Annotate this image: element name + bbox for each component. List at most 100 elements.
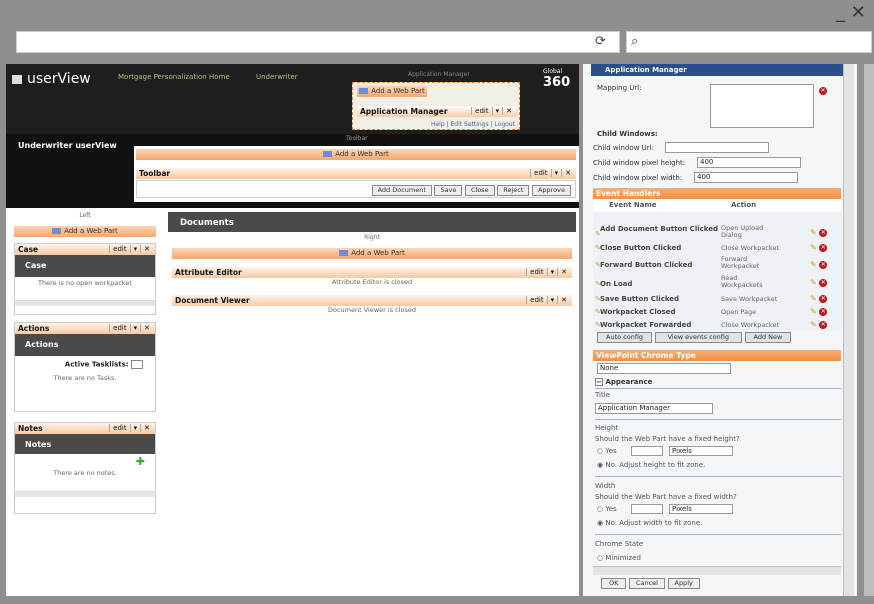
event-row-controls[interactable]: ✎ ✕	[810, 320, 828, 329]
chevron-down-icon[interactable]: ▾	[550, 169, 562, 177]
apply-button[interactable]: Apply	[667, 578, 700, 589]
delete-event-icon[interactable]: ✕	[819, 294, 828, 303]
close-icon[interactable]: ✕	[557, 268, 570, 276]
edit-link[interactable]: edit	[109, 245, 130, 253]
minimize-button[interactable]: _	[836, 2, 845, 23]
edit-event-icon[interactable]: ✎	[810, 307, 817, 316]
address-bar[interactable]: ⟳	[16, 31, 620, 53]
horizontal-scrollbar[interactable]	[593, 566, 841, 575]
minimized-radio[interactable]: ○ Minimized	[597, 554, 641, 562]
close-icon[interactable]: ✕	[502, 107, 515, 115]
close-icon[interactable]: ✕	[557, 296, 570, 304]
chevron-down-icon[interactable]: ▾	[546, 268, 558, 276]
edit-event-icon[interactable]: ✎	[810, 320, 817, 329]
close-icon[interactable]: ✕	[140, 424, 153, 432]
event-row-controls[interactable]: ✎ ✕	[810, 243, 828, 252]
chevron-down-icon[interactable]: ▾	[491, 107, 503, 115]
delete-event-icon[interactable]: ✕	[819, 278, 828, 287]
edit-link[interactable]: edit	[109, 324, 130, 332]
height-label: Height	[595, 424, 619, 432]
height-unit-select[interactable]: Pixels	[669, 446, 733, 456]
delete-event-icon[interactable]: ✕	[819, 260, 828, 269]
vertical-scrollbar[interactable]	[843, 64, 854, 596]
close-icon[interactable]: ✕	[561, 169, 574, 177]
close-button[interactable]: ✕	[851, 2, 866, 23]
title-input[interactable]: Application Manager	[595, 403, 713, 414]
nav-link-underwriter[interactable]: Underwriter	[256, 73, 298, 81]
refresh-icon[interactable]: ⟳	[595, 34, 606, 49]
clear-mapping-icon[interactable]: ✕	[819, 86, 827, 95]
part-edit-menu[interactable]: edit ▾ ✕	[109, 423, 153, 434]
event-row-controls[interactable]: ✎ ✕	[810, 307, 828, 316]
cancel-button[interactable]: Cancel	[628, 578, 665, 589]
nav-link-home[interactable]: Mortgage Personalization Home	[118, 73, 230, 81]
mapping-url-input[interactable]	[710, 84, 814, 128]
event-row-controls[interactable]: ✎ ✕	[810, 228, 828, 237]
child-width-input[interactable]: 400	[694, 172, 798, 183]
height-yes-radio[interactable]: ○ Yes	[597, 447, 617, 455]
edit-link[interactable]: edit	[526, 296, 547, 304]
delete-event-icon[interactable]: ✕	[819, 228, 828, 237]
approve-button[interactable]: Approve	[531, 185, 571, 196]
help-links[interactable]: Help | Edit Settings | Logout	[431, 121, 515, 128]
delete-event-icon[interactable]: ✕	[819, 307, 828, 316]
web-part-icon	[339, 250, 349, 256]
width-value-input[interactable]	[631, 504, 663, 514]
chrome-type-select[interactable]: None	[597, 363, 731, 374]
edit-event-icon[interactable]: ✎	[810, 228, 817, 237]
toolbar-part-title: Toolbar edit ▾ ✕	[136, 168, 576, 179]
page-scrollbar[interactable]	[864, 64, 874, 596]
delete-event-icon[interactable]: ✕	[819, 320, 828, 329]
close-icon[interactable]: ✕	[140, 324, 153, 332]
part-edit-menu[interactable]: edit ▾ ✕	[526, 295, 570, 306]
add-web-part-button[interactable]: Add a Web Part	[14, 226, 156, 237]
ok-button[interactable]: OK	[601, 578, 627, 589]
chevron-down-icon[interactable]: ▾	[129, 424, 141, 432]
part-edit-menu[interactable]: edit ▾ ✕	[109, 323, 153, 334]
height-value-input[interactable]	[631, 446, 663, 456]
width-unit-select[interactable]: Pixels	[669, 504, 733, 514]
edit-link[interactable]: edit	[530, 169, 551, 177]
event-row-controls[interactable]: ✎ ✕	[810, 278, 828, 287]
close-workpacket-button[interactable]: Close	[464, 185, 495, 196]
add-web-part-button[interactable]: Add a Web Part	[357, 86, 427, 97]
edit-event-icon[interactable]: ✎	[810, 243, 817, 252]
view-events-config-button[interactable]: View events config	[654, 332, 742, 343]
part-edit-menu[interactable]: edit ▾ ✕	[530, 168, 574, 179]
add-new-button[interactable]: Add New	[744, 332, 792, 343]
search-icon[interactable]: ⌕	[631, 34, 638, 49]
appearance-section[interactable]: − Appearance	[595, 378, 652, 386]
divider	[595, 419, 841, 420]
event-row-controls[interactable]: ✎ ✕	[810, 294, 828, 303]
child-height-input[interactable]: 400	[697, 157, 801, 168]
edit-link[interactable]: edit	[109, 424, 130, 432]
edit-link[interactable]: edit	[526, 268, 547, 276]
close-icon[interactable]: ✕	[140, 245, 153, 253]
tasklist-select[interactable]	[131, 360, 143, 369]
width-yes-radio[interactable]: ○ Yes	[597, 505, 617, 513]
save-button[interactable]: Save	[434, 185, 463, 196]
add-document-button[interactable]: Add Document	[371, 185, 432, 196]
child-url-input[interactable]	[665, 142, 769, 153]
reject-button[interactable]: Reject	[497, 185, 530, 196]
width-no-radio[interactable]: ◉ No. Adjust width to fit zone.	[597, 519, 702, 527]
edit-event-icon[interactable]: ✎	[810, 278, 817, 287]
edit-link[interactable]: edit	[471, 107, 492, 115]
search-input[interactable]: ⌕	[626, 31, 872, 53]
collapse-icon[interactable]: −	[595, 378, 603, 386]
add-web-part-button[interactable]: Add a Web Part	[136, 149, 576, 160]
height-no-radio[interactable]: ◉ No. Adjust height to fit zone.	[597, 461, 705, 469]
auto-config-button[interactable]: Auto config	[597, 332, 653, 343]
edit-event-icon[interactable]: ✎	[810, 260, 817, 269]
part-edit-menu[interactable]: edit ▾ ✕	[471, 106, 515, 117]
part-edit-menu[interactable]: edit ▾ ✕	[109, 244, 153, 255]
add-note-icon[interactable]: ✚	[15, 454, 155, 467]
chevron-down-icon[interactable]: ▾	[546, 296, 558, 304]
part-edit-menu[interactable]: edit ▾ ✕	[526, 267, 570, 278]
add-web-part-button[interactable]: Add a Web Part	[172, 248, 572, 259]
event-row-controls[interactable]: ✎ ✕	[810, 260, 828, 269]
delete-event-icon[interactable]: ✕	[819, 243, 828, 252]
chevron-down-icon[interactable]: ▾	[129, 324, 141, 332]
edit-event-icon[interactable]: ✎	[810, 294, 817, 303]
chevron-down-icon[interactable]: ▾	[129, 245, 141, 253]
